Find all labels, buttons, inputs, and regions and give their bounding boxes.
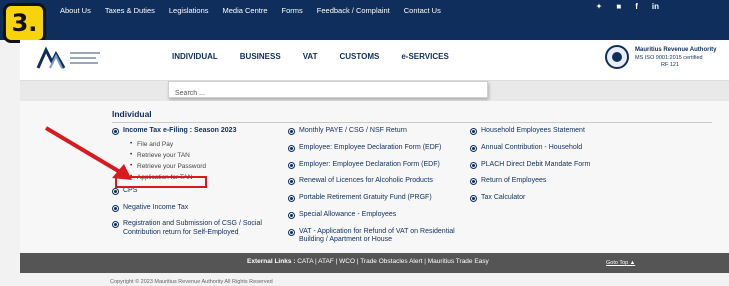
goto-top-link[interactable]: Goto Top ▲	[606, 260, 635, 266]
income-tax-sublist: File and Pay Retrieve your TAN Retrieve …	[130, 140, 282, 181]
arrow-circle-icon	[288, 128, 295, 135]
arrow-circle-icon	[112, 187, 119, 195]
nav-customs[interactable]: CUSTOMS	[340, 52, 380, 61]
copyright-text: Copyright © 2023 Mauritius Revenue Autho…	[110, 279, 273, 285]
arrow-circle-icon	[470, 128, 477, 135]
site-header: INDIVIDUAL BUSINESS VAT CUSTOMS e-SERVIC…	[20, 40, 729, 81]
search-box	[168, 81, 488, 101]
arrow-circle-icon	[288, 161, 295, 169]
column-2: Monthly PAYE / CSG / NSF Return Employee…	[288, 127, 466, 253]
section-divider	[112, 122, 712, 123]
section-title: Individual	[112, 109, 152, 119]
retrieve-password-link[interactable]: Retrieve your Password	[130, 162, 282, 170]
social-links: ✦ ■ f in	[596, 2, 659, 11]
arrow-circle-icon	[470, 144, 477, 152]
negative-income-tax-link[interactable]: Negative Income Tax	[112, 204, 282, 213]
arrow-circle-icon	[470, 195, 477, 202]
external-links-label: External Links :	[247, 258, 296, 265]
arrow-circle-icon	[288, 178, 295, 186]
link-label: Special Allowance - Employees	[299, 210, 397, 218]
link-label: Annual Contribution - Household	[481, 143, 583, 151]
certification-block: Mauritius Revenue Authority MS ISO 9001:…	[605, 44, 725, 74]
arrow-circle-icon	[288, 211, 295, 219]
cert-ref: RF 121	[661, 62, 680, 68]
annual-contribution-household-link[interactable]: Annual Contribution - Household	[470, 144, 670, 153]
prgf-link[interactable]: Portable Retirement Gratuity Fund (PRGF)	[288, 194, 466, 203]
nav-vat[interactable]: VAT	[303, 52, 318, 61]
linkedin-icon[interactable]: in	[652, 2, 659, 11]
facebook-icon[interactable]: f	[635, 2, 638, 11]
link-label: Household Employees Statement	[481, 127, 585, 134]
employee-edf-link[interactable]: Employee: Employee Declaration Form (EDF…	[288, 144, 466, 153]
plach-direct-debit-link[interactable]: PLACH Direct Debit Mandate Form	[470, 161, 670, 170]
menu-taxes-duties[interactable]: Taxes & Duties	[105, 6, 155, 15]
tax-calculator-link[interactable]: Tax Calculator	[470, 194, 670, 203]
instagram-icon[interactable]: ■	[616, 2, 621, 11]
link-label: Income Tax e-Filing : Season 2023	[123, 127, 237, 134]
nav-business[interactable]: BUSINESS	[240, 52, 281, 61]
menu-feedback-complaint[interactable]: Feedback / Complaint	[317, 6, 390, 15]
menu-media-centre[interactable]: Media Centre	[223, 6, 268, 15]
link-label: Monthly PAYE / CSG / NSF Return	[299, 127, 407, 134]
arrow-circle-icon	[288, 195, 295, 202]
menu-contact-us[interactable]: Contact Us	[404, 6, 441, 15]
link-label: Return of Employees	[481, 177, 547, 185]
special-allowance-link[interactable]: Special Allowance - Employees	[288, 211, 466, 220]
link-label: Tax Calculator	[481, 194, 526, 201]
main-navigation: INDIVIDUAL BUSINESS VAT CUSTOMS e-SERVIC…	[172, 52, 449, 61]
nav-e-services[interactable]: e-SERVICES	[401, 52, 448, 61]
top-navigation-bar: About Us Taxes & Duties Legislations Med…	[0, 0, 729, 40]
link-label: Portable Retirement Gratuity Fund (PRGF)	[299, 194, 432, 201]
employer-edf-link[interactable]: Employer: Employee Declaration Form (EDF…	[288, 161, 466, 170]
menu-about-us[interactable]: About Us	[60, 6, 91, 15]
arrow-circle-icon	[112, 204, 119, 212]
link-label: Employee: Employee Declaration Form (EDF…	[299, 143, 442, 151]
cps-link[interactable]: CPS	[112, 187, 282, 196]
top-menu: About Us Taxes & Duties Legislations Med…	[60, 0, 441, 20]
menu-forms[interactable]: Forms	[282, 6, 303, 15]
certification-seal-icon	[605, 45, 629, 69]
external-links-list[interactable]: CATA | ATAF | WCO | Trade Obstacles Aler…	[297, 258, 489, 265]
file-and-pay-link[interactable]: File and Pay	[130, 140, 282, 148]
link-label: Employer: Employee Declaration Form (EDF…	[299, 160, 440, 168]
link-label: CPS	[123, 186, 138, 194]
red-pointer-arrow	[44, 126, 132, 180]
step-number-badge: 3.	[3, 3, 46, 43]
footer-band: External Links : CATA | ATAF | WCO | Tra…	[20, 253, 729, 273]
nav-individual[interactable]: INDIVIDUAL	[172, 52, 218, 61]
link-label: VAT - Application for Refund of VAT on R…	[299, 227, 455, 244]
arrow-circle-icon	[470, 161, 477, 169]
search-band	[20, 81, 729, 101]
arrow-circle-icon	[470, 178, 477, 186]
arrow-circle-icon	[112, 221, 119, 229]
column-3: Household Employees Statement Annual Con…	[470, 127, 670, 211]
highlight-application-for-tan	[115, 176, 207, 188]
twitter-icon[interactable]: ✦	[596, 2, 603, 11]
return-of-employees-link[interactable]: Return of Employees	[470, 177, 670, 186]
vat-refund-link[interactable]: VAT - Application for Refund of VAT on R…	[288, 228, 466, 246]
registration-csg-link[interactable]: Registration and Submission of CSG / Soc…	[112, 220, 282, 238]
household-employees-statement-link[interactable]: Household Employees Statement	[470, 127, 670, 136]
retrieve-tan-link[interactable]: Retrieve your TAN	[130, 151, 282, 159]
menu-legislations[interactable]: Legislations	[169, 6, 209, 15]
arrow-circle-icon	[288, 144, 295, 152]
external-links: External Links : CATA | ATAF | WCO | Tra…	[247, 258, 489, 265]
link-label: Renewal of Licences for Alcoholic Produc…	[299, 177, 433, 185]
link-label: PLACH Direct Debit Mandate Form	[481, 160, 591, 168]
arrow-circle-icon	[288, 228, 295, 236]
link-label: Negative Income Tax	[123, 203, 189, 211]
renewal-licences-link[interactable]: Renewal of Licences for Alcoholic Produc…	[288, 177, 466, 186]
search-input[interactable]	[169, 86, 475, 101]
cert-iso: MS ISO 9001:2015 certified	[635, 55, 703, 61]
cert-org-name: Mauritius Revenue Authority	[635, 47, 717, 53]
monthly-paye-link[interactable]: Monthly PAYE / CSG / NSF Return	[288, 127, 466, 136]
link-label: Registration and Submission of CSG / Soc…	[123, 220, 262, 236]
mra-logo[interactable]	[34, 46, 104, 72]
